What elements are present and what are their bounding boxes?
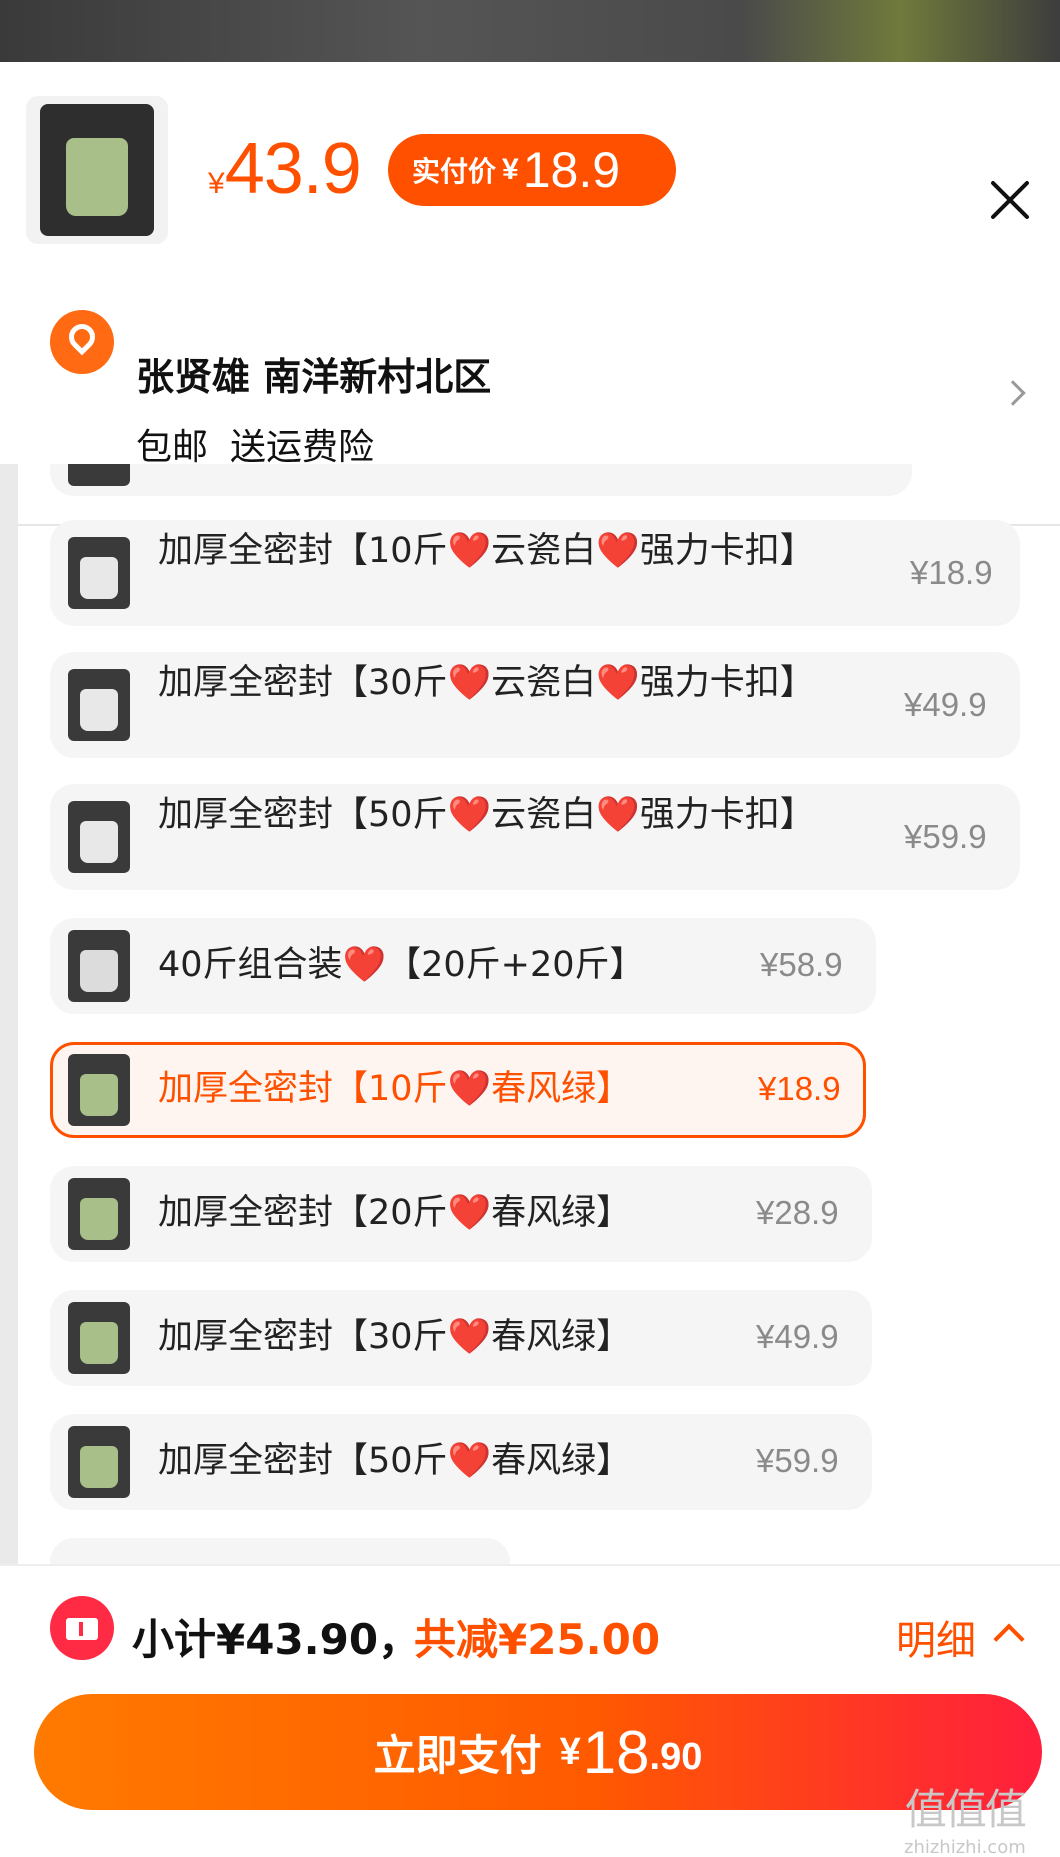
option-price: ¥28.9: [756, 1194, 839, 1231]
pay-amount-int: 18: [582, 1718, 650, 1786]
option-thumbnail: [68, 537, 130, 609]
option-price: ¥49.9: [756, 1318, 839, 1355]
option-thumbnail: [68, 1178, 130, 1250]
pay-amount-dec: .90: [649, 1735, 703, 1778]
option-name: 加厚全密封【50斤❤️云瓷白❤️强力卡扣】: [158, 795, 815, 835]
watermark-logo: 值值值: [904, 1785, 1027, 1834]
option-price: ¥59.9: [756, 1442, 839, 1479]
original-price: ¥43.9: [208, 128, 362, 210]
location-pin-icon: [50, 310, 114, 374]
sku-option[interactable]: 加厚全密封【30斤❤️云瓷白❤️强力卡扣】 ¥49.9: [50, 652, 1020, 758]
option-price: ¥18.9: [910, 554, 993, 591]
background-photo: [0, 0, 1060, 64]
list-rail: [0, 464, 18, 1564]
subtotal-text: 小计¥43.90，: [132, 1615, 421, 1664]
sku-option[interactable]: 加厚全密封【20斤❤️春风绿】 ¥28.9: [50, 1166, 872, 1262]
option-name: 加厚全密封【20斤❤️春风绿】: [158, 1193, 632, 1233]
pay-now-button[interactable]: 立即支付 ¥ 18 .90: [34, 1694, 1042, 1810]
shipping-insurance-tag: 送运费险: [230, 427, 375, 468]
sku-option[interactable]: 加厚全密封【30斤❤️春风绿】 ¥49.9: [50, 1290, 872, 1386]
actual-pay-price-badge: 实付价 ¥ 18.9: [388, 134, 676, 206]
sku-option-partial[interactable]: [50, 464, 912, 496]
option-thumbnail: [68, 930, 130, 1002]
option-bucket: [80, 557, 118, 599]
details-link[interactable]: 明细: [896, 1608, 976, 1666]
sku-option-list[interactable]: 加厚全密封【10斤❤️云瓷白❤️强力卡扣】 ¥18.9 加厚全密封【30斤❤️云…: [0, 464, 1060, 1564]
option-price: ¥49.9: [904, 686, 987, 723]
option-price: ¥59.9: [904, 818, 987, 855]
green-bucket-graphic: [66, 138, 128, 216]
free-shipping-tag: 包邮: [136, 427, 209, 468]
option-bucket: [80, 1446, 118, 1488]
coupon-ticket-icon: [50, 1596, 114, 1660]
option-bucket: [80, 1074, 118, 1116]
option-thumbnail: [68, 1054, 130, 1126]
actual-pay-label: 实付价: [412, 156, 497, 187]
sku-option[interactable]: 加厚全密封【50斤❤️云瓷白❤️强力卡扣】 ¥59.9: [50, 784, 1020, 890]
watermark: 值值值 zhizhizhi.com: [904, 1776, 1027, 1857]
option-price: ¥18.9: [758, 1070, 841, 1107]
option-name: 40斤组合装❤️【20斤+20斤】: [158, 945, 645, 985]
pay-currency: ¥: [559, 1730, 581, 1773]
product-image: [40, 104, 154, 236]
option-bucket: [80, 1322, 118, 1364]
option-bucket: [80, 1198, 118, 1240]
sku-option-selected[interactable]: 加厚全密封【10斤❤️春风绿】 ¥18.9: [50, 1042, 866, 1138]
option-thumbnail: [68, 669, 130, 741]
sku-option-partial[interactable]: [50, 1538, 510, 1564]
option-name: 加厚全密封【30斤❤️云瓷白❤️强力卡扣】: [158, 663, 815, 703]
price-value: 43.9: [224, 129, 362, 209]
sku-option[interactable]: 40斤组合装❤️【20斤+20斤】 ¥58.9: [50, 918, 876, 1014]
option-thumbnail: [68, 801, 130, 873]
currency-symbol: ¥: [208, 167, 225, 200]
watermark-url: zhizhizhi.com: [904, 1837, 1026, 1857]
option-price: ¥58.9: [760, 946, 843, 983]
sku-option[interactable]: 加厚全密封【10斤❤️云瓷白❤️强力卡扣】 ¥18.9: [50, 520, 1020, 626]
actual-pay-currency: ¥: [502, 153, 519, 186]
option-thumbnail: [68, 1426, 130, 1498]
pay-now-label: 立即支付: [373, 1730, 542, 1780]
discount-total: 共减¥25.00: [414, 1615, 661, 1664]
sku-option[interactable]: 加厚全密封【50斤❤️春风绿】 ¥59.9: [50, 1414, 872, 1510]
option-bucket: [80, 950, 118, 992]
option-name: 加厚全密封【10斤❤️云瓷白❤️强力卡扣】: [158, 531, 815, 571]
chevron-up-icon[interactable]: [993, 1623, 1025, 1655]
option-bucket: [80, 821, 118, 863]
option-name: 加厚全密封【50斤❤️春风绿】: [158, 1441, 632, 1481]
option-name: 加厚全密封【30斤❤️春风绿】: [158, 1317, 632, 1357]
option-thumbnail: [68, 464, 130, 486]
option-thumbnail: [68, 1302, 130, 1374]
chevron-right-icon[interactable]: [1000, 380, 1026, 406]
actual-pay-amount: 18.9: [522, 142, 621, 198]
close-icon[interactable]: [988, 178, 1032, 222]
checkout-bar: 小计¥43.90， 共减¥25.00 明细 立即支付 ¥ 18 .90 值值值 …: [0, 1564, 1060, 1857]
option-bucket: [80, 689, 118, 731]
product-thumbnail[interactable]: [26, 96, 168, 244]
option-name: 加厚全密封【10斤❤️春风绿】: [158, 1069, 632, 1109]
shipping-tags: 包邮 送运费险: [136, 418, 396, 470]
address-name[interactable]: 张贤雄 南洋新村北区: [136, 346, 491, 401]
